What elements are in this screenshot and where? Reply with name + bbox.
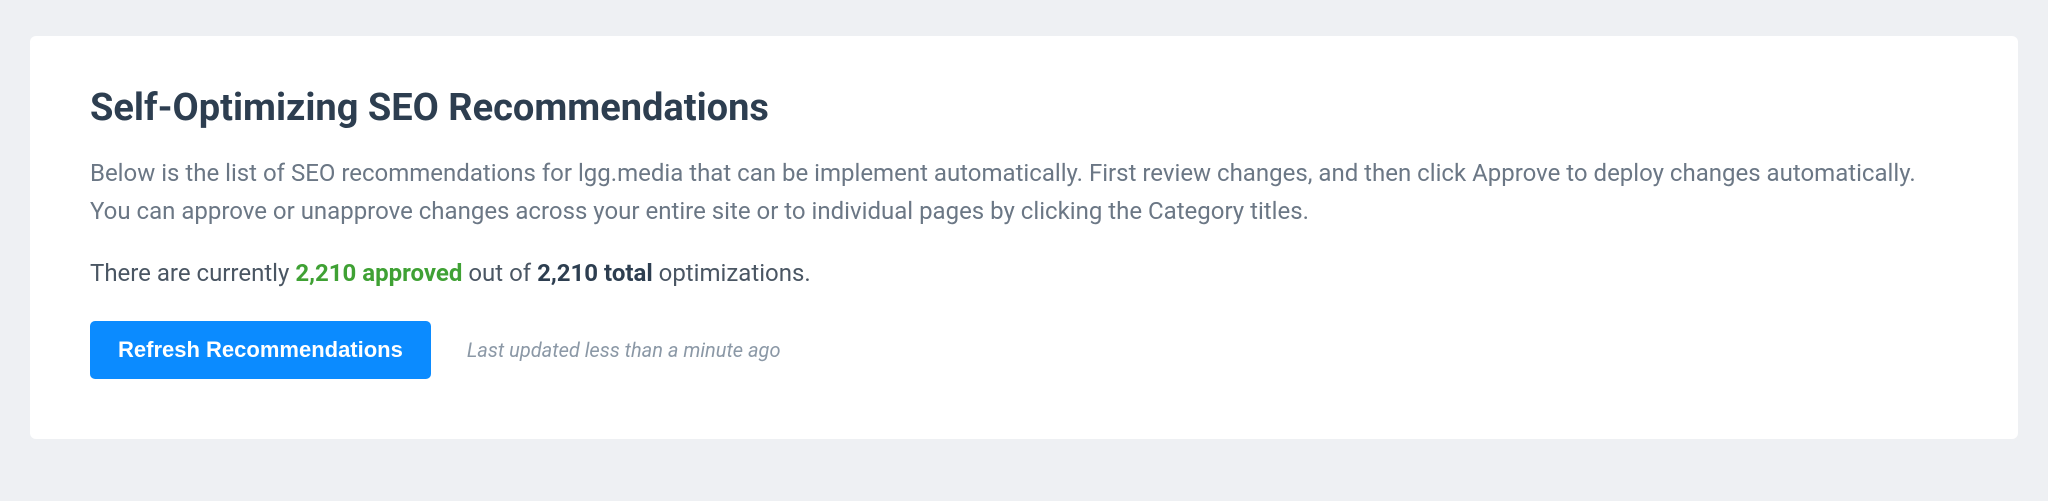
approved-count: 2,210 approved [295, 259, 462, 287]
refresh-recommendations-button[interactable]: Refresh Recommendations [90, 321, 431, 379]
action-row: Refresh Recommendations Last updated les… [90, 321, 1958, 379]
description-text: Below is the list of SEO recommendations… [90, 154, 1958, 231]
last-updated-text: Last updated less than a minute ago [467, 338, 781, 362]
summary-middle: out of [462, 259, 537, 287]
page-title: Self-Optimizing SEO Recommendations [90, 86, 1958, 130]
optimization-summary: There are currently 2,210 approved out o… [90, 259, 1958, 287]
total-count: 2,210 total [537, 259, 653, 287]
summary-suffix: optimizations. [653, 259, 811, 287]
recommendations-card: Self-Optimizing SEO Recommendations Belo… [30, 36, 2018, 439]
summary-prefix: There are currently [90, 259, 295, 287]
page-container: Self-Optimizing SEO Recommendations Belo… [0, 0, 2048, 479]
